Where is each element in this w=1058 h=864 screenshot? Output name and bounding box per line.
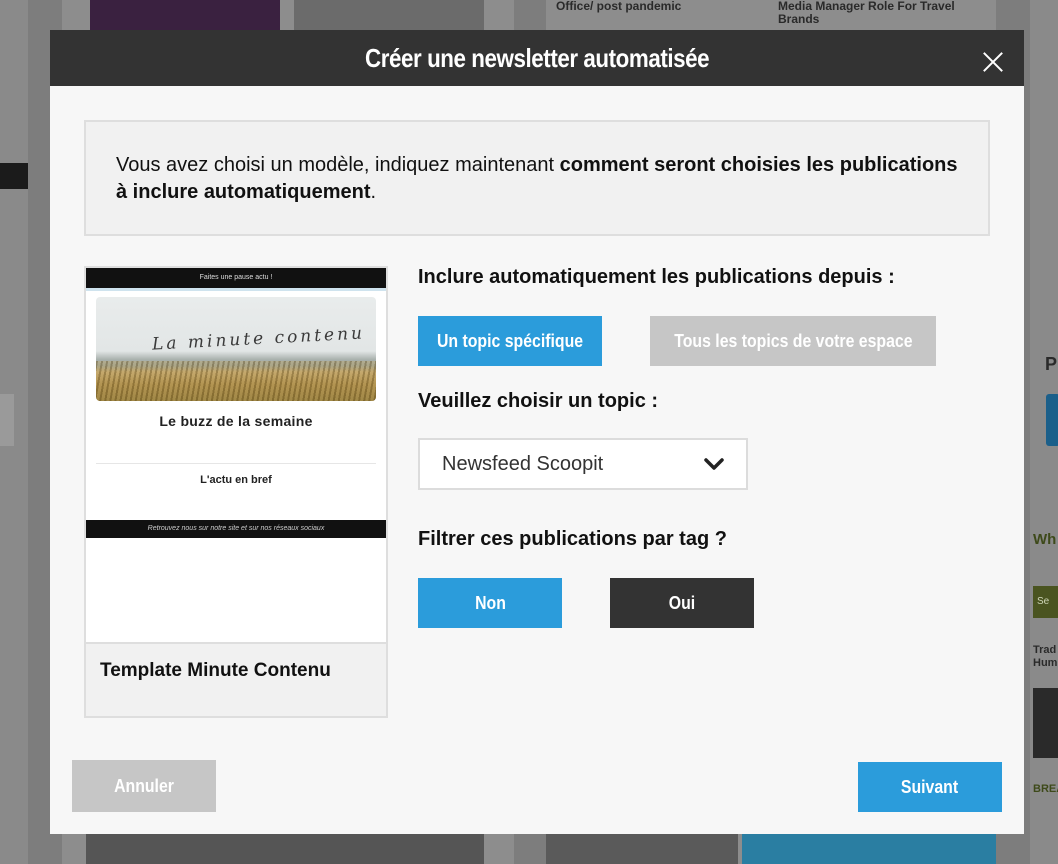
tag-no-button[interactable]: Non xyxy=(418,578,562,628)
modal-header: Créer une newsletter automatisée xyxy=(50,30,1024,86)
bg-thumb-4 xyxy=(546,834,738,864)
bg-side-label: BREA xyxy=(1033,783,1058,795)
intro-end: . xyxy=(370,181,377,203)
next-label: Suivant xyxy=(901,776,959,797)
info-box: Vous avez choisi un modèle, indiquez mai… xyxy=(84,120,990,236)
chevron-down-icon xyxy=(704,458,724,470)
bg-side-button: Se xyxy=(1033,586,1058,618)
close-icon[interactable] xyxy=(982,50,1004,72)
cancel-label: Annuler xyxy=(114,775,174,796)
template-hero-grass xyxy=(96,361,376,401)
template-hero-title: La minute contenu xyxy=(151,323,366,355)
bg-thumb-3 xyxy=(86,834,484,864)
all-topics-label: Tous les topics de votre espace xyxy=(673,330,913,351)
template-heading: Le buzz de la semaine xyxy=(159,413,313,429)
source-label: Inclure automatiquement les publications… xyxy=(418,266,895,288)
bg-side-thumb xyxy=(1033,688,1058,758)
specific-topic-label: Un topic spécifique xyxy=(436,330,584,351)
template-hero-image: La minute contenu xyxy=(96,297,376,401)
template-strip xyxy=(86,288,386,291)
bg-left-button xyxy=(0,394,14,446)
topic-select[interactable]: Newsfeed Scoopit xyxy=(418,438,748,490)
topic-label: Veuillez choisir un topic : xyxy=(418,390,659,412)
bg-thumb-1 xyxy=(90,0,280,30)
specific-topic-button[interactable]: Un topic spécifique xyxy=(418,316,602,366)
bg-thumb-2 xyxy=(294,0,484,30)
next-button[interactable]: Suivant xyxy=(858,762,1002,812)
template-top-banner: Faites une pause actu ! xyxy=(86,268,386,288)
bg-side-letter: P xyxy=(1045,354,1058,374)
all-topics-button[interactable]: Tous les topics de votre espace xyxy=(650,316,936,366)
template-subheading: L'actu en bref xyxy=(200,474,272,486)
cancel-button[interactable]: Annuler xyxy=(72,760,216,812)
bg-card-text-2: Office/ post pandemic xyxy=(556,0,682,13)
template-name: Template Minute Contenu xyxy=(86,642,386,716)
template-footer: Retrouvez nous sur notre site et sur nos… xyxy=(86,520,386,538)
tag-filter-label: Filtrer ces publications par tag ? xyxy=(418,528,727,550)
bg-card-text-1: Media Manager Role For Travel Brands xyxy=(778,0,955,26)
template-preview: Faites une pause actu ! La minute conten… xyxy=(84,266,388,718)
template-separator xyxy=(96,463,376,464)
bg-side-heading: Wh xyxy=(1033,531,1057,548)
bg-side-blue-button xyxy=(1046,394,1058,446)
bg-left-bar xyxy=(0,163,28,189)
bg-thumb-5 xyxy=(742,834,996,864)
tag-no-label: Non xyxy=(474,592,506,613)
modal-body: Vous avez choisi un modèle, indiquez mai… xyxy=(50,86,1024,834)
intro-text: Vous avez choisi un modèle, indiquez mai… xyxy=(116,154,560,176)
tag-yes-button[interactable]: Oui xyxy=(610,578,754,628)
create-newsletter-modal: Créer une newsletter automatisée Vous av… xyxy=(50,30,1024,834)
modal-title: Créer une newsletter automatisée xyxy=(364,42,710,73)
bg-side-text: Trad Hum xyxy=(1033,644,1058,669)
tag-yes-label: Oui xyxy=(668,592,696,613)
topic-select-value: Newsfeed Scoopit xyxy=(442,452,604,475)
